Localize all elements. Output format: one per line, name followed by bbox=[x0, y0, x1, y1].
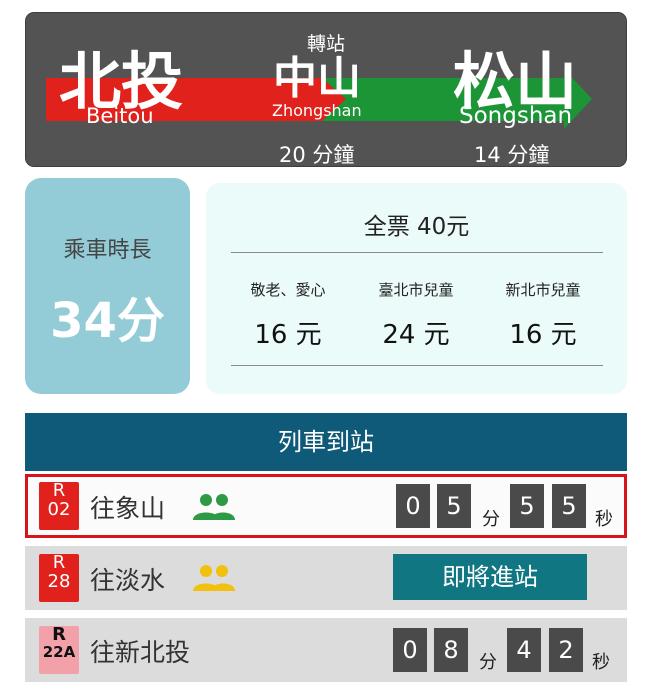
seconds-unit: 秒 bbox=[592, 652, 610, 673]
minutes-tens-digit: 0 bbox=[396, 484, 430, 528]
station-code-number: 28 bbox=[47, 570, 71, 592]
seconds-tens-digit: 4 bbox=[507, 628, 541, 672]
seconds-tens-digit: 5 bbox=[510, 484, 544, 528]
station-code-number: 22A bbox=[42, 642, 76, 661]
arrivals-header: 列車到站 bbox=[25, 413, 627, 471]
seconds-ones-digit: 2 bbox=[549, 628, 583, 672]
destination-label: 往淡水 bbox=[90, 566, 166, 595]
minutes-ones-digit: 5 bbox=[437, 484, 471, 528]
fare-category-label: 臺北市兒童 bbox=[378, 281, 454, 299]
line-code-badge: R 22A bbox=[39, 625, 79, 674]
minutes-unit: 分 bbox=[479, 652, 497, 673]
transfer-label: 轉站 bbox=[306, 33, 345, 55]
line-code-badge: R 28 bbox=[39, 553, 79, 602]
fare-category-label: 新北市兒童 bbox=[505, 281, 581, 299]
fare-category-amount: 24 元 bbox=[382, 320, 450, 350]
station-code-number: 02 bbox=[47, 498, 71, 520]
fare-card: 全票 40元 敬老、愛心 16 元 臺北市兒童 24 元 新北市兒童 16 元 bbox=[206, 183, 627, 394]
ride-duration-value: 34分 bbox=[50, 293, 165, 349]
destination-label: 往新北投 bbox=[90, 638, 191, 667]
line-code-badge: R 02 bbox=[39, 481, 79, 530]
full-fare: 全票 40元 bbox=[363, 214, 470, 240]
fare-divider-top bbox=[231, 252, 603, 253]
arrival-row-xiangshan[interactable]: R 02 往象山 0 5 分 5 5 秒 bbox=[25, 474, 627, 538]
minutes-ones-digit: 8 bbox=[434, 628, 468, 672]
destination-label: 往象山 bbox=[90, 494, 166, 523]
seconds-ones-digit: 5 bbox=[552, 484, 586, 528]
ride-duration-card: 乘車時長 34分 bbox=[25, 178, 190, 394]
segment2-duration: 14 分鐘 bbox=[474, 143, 550, 167]
segment1-duration: 20 分鐘 bbox=[279, 143, 355, 167]
arrival-row-tamsui[interactable]: R 28 往淡水 即將進站 bbox=[25, 546, 627, 610]
fare-category-amount: 16 元 bbox=[254, 320, 322, 350]
fare-category-senior: 敬老、愛心 16 元 bbox=[218, 279, 358, 351]
minutes-unit: 分 bbox=[482, 509, 500, 530]
fare-category-taipei-child: 臺北市兒童 24 元 bbox=[346, 279, 486, 351]
origin-station-en: Beitou bbox=[86, 104, 154, 128]
transfer-station-name: 中山 bbox=[273, 53, 361, 104]
fare-category-amount: 16 元 bbox=[509, 320, 577, 350]
transfer-station-en: Zhongshan bbox=[272, 101, 362, 120]
arriving-status-button[interactable]: 即將進站 bbox=[393, 554, 587, 600]
destination-station-en: Songshan bbox=[459, 103, 573, 129]
fare-category-label: 敬老、愛心 bbox=[250, 281, 326, 299]
route-panel: 北投 Beitou 轉站 中山 Zhongshan 20 分鐘 松山 Songs… bbox=[25, 12, 627, 167]
fare-divider-bottom bbox=[231, 365, 603, 366]
arrival-row-xinbeitou[interactable]: R 22A 往新北投 0 8 分 4 2 秒 bbox=[25, 618, 627, 682]
people-icon bbox=[193, 494, 235, 520]
fare-category-newtaipei-child: 新北市兒童 16 元 bbox=[473, 279, 613, 351]
people-icon bbox=[193, 565, 235, 591]
ride-duration-label: 乘車時長 bbox=[63, 238, 152, 263]
minutes-tens-digit: 0 bbox=[393, 628, 427, 672]
seconds-unit: 秒 bbox=[595, 509, 613, 530]
